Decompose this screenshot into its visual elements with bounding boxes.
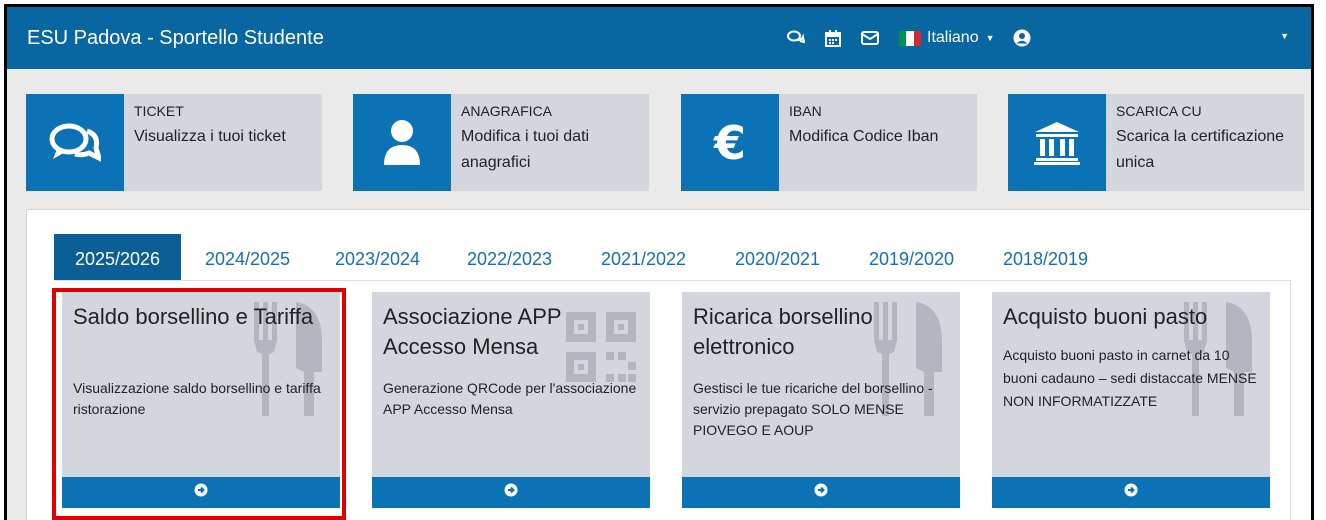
card-description: Visualizzazione saldo borsellino e tarif… xyxy=(73,380,321,417)
card-description: Modifica Codice Iban xyxy=(789,128,939,145)
open-button[interactable] xyxy=(372,477,650,508)
tab-2020-2021[interactable]: 2020/2021 xyxy=(712,234,843,280)
bank-icon xyxy=(1008,94,1106,191)
navbar-actions: Italiano ▼ xyxy=(787,25,1051,51)
euro-icon: € xyxy=(681,94,779,191)
saldo-borsellino-card[interactable]: Saldo borsellino e Tariffa Visualizzazio… xyxy=(62,292,340,508)
comments-icon xyxy=(26,94,124,191)
card-title: IBAN xyxy=(789,103,822,119)
user-circle-icon[interactable] xyxy=(1013,29,1031,47)
tab-divider xyxy=(54,280,1291,281)
tab-2021-2022[interactable]: 2021/2022 xyxy=(578,234,709,280)
user-icon xyxy=(353,94,451,191)
anagrafica-card[interactable]: ANAGRAFICA Modifica i tuoi dati anagrafi… xyxy=(353,94,649,191)
open-button[interactable] xyxy=(62,477,340,508)
card-title: Acquisto buoni pasto xyxy=(1003,304,1208,329)
open-button[interactable] xyxy=(992,477,1270,508)
tab-2018-2019[interactable]: 2018/2019 xyxy=(980,234,1111,280)
arrow-circle-right-icon xyxy=(194,483,208,502)
tab-2024-2025[interactable]: 2024/2025 xyxy=(184,234,311,280)
italy-flag-icon xyxy=(899,30,921,46)
card-description: Visualizza i tuoi ticket xyxy=(134,128,286,145)
card-description: Generazione QRCode per l'associazione AP… xyxy=(383,380,637,417)
tab-content-border xyxy=(1290,280,1291,520)
navbar-menu-caret-icon[interactable]: ▼ xyxy=(1280,31,1289,41)
card-title: SCARICA CU xyxy=(1116,103,1202,119)
services-panel: 2025/2026 2024/2025 2023/2024 2022/2023 … xyxy=(26,209,1311,520)
card-title: ANAGRAFICA xyxy=(461,103,553,119)
app-title[interactable]: ESU Padova - Sportello Studente xyxy=(27,27,324,50)
language-selector[interactable]: Italiano ▼ xyxy=(899,29,995,47)
associazione-app-card[interactable]: Associazione APP Accesso Mensa Generazio… xyxy=(372,292,650,508)
browser-frame: ESU Padova - Sportello Studente Italiano… xyxy=(4,4,1314,520)
tab-2023-2024[interactable]: 2023/2024 xyxy=(314,234,441,280)
academic-year-tabs: 2025/2026 2024/2025 2023/2024 2022/2023 … xyxy=(54,234,1111,280)
arrow-circle-right-icon xyxy=(504,483,518,502)
card-description: Gestisci le tue ricariche del borsellino… xyxy=(693,380,933,438)
tab-2025-2026[interactable]: 2025/2026 xyxy=(54,234,181,280)
card-description: Modifica i tuoi dati anagrafici xyxy=(461,128,590,171)
envelope-icon[interactable] xyxy=(861,31,879,45)
top-navbar: ESU Padova - Sportello Studente Italiano… xyxy=(7,7,1311,69)
iban-card[interactable]: € IBAN Modifica Codice Iban xyxy=(681,94,977,191)
language-label: Italiano xyxy=(927,29,979,46)
arrow-circle-right-icon xyxy=(814,483,828,502)
card-title: TICKET xyxy=(134,103,184,119)
card-description: Scarica la certificazione unica xyxy=(1116,128,1285,171)
acquisto-buoni-pasto-card[interactable]: Acquisto buoni pasto Acquisto buoni past… xyxy=(992,292,1270,508)
ticket-card[interactable]: TICKET Visualizza i tuoi ticket xyxy=(26,94,322,191)
tab-2022-2023[interactable]: 2022/2023 xyxy=(444,234,575,280)
caret-down-icon: ▼ xyxy=(985,33,995,43)
card-title: Ricarica borsellino elettronico xyxy=(693,304,873,359)
comments-icon[interactable] xyxy=(787,30,805,46)
scarica-cu-card[interactable]: SCARICA CU Scarica la certificazione uni… xyxy=(1008,94,1304,191)
card-description: Acquisto buoni pasto in carnet da 10 buo… xyxy=(1003,347,1257,409)
card-title: Associazione APP Accesso Mensa xyxy=(383,304,562,359)
ricarica-borsellino-card[interactable]: Ricarica borsellino elettronico Gestisci… xyxy=(682,292,960,508)
card-title: Saldo borsellino e Tariffa xyxy=(73,304,314,329)
calendar-icon[interactable] xyxy=(825,29,841,47)
arrow-circle-right-icon xyxy=(1124,483,1138,502)
tab-2019-2020[interactable]: 2019/2020 xyxy=(846,234,977,280)
open-button[interactable] xyxy=(682,477,960,508)
